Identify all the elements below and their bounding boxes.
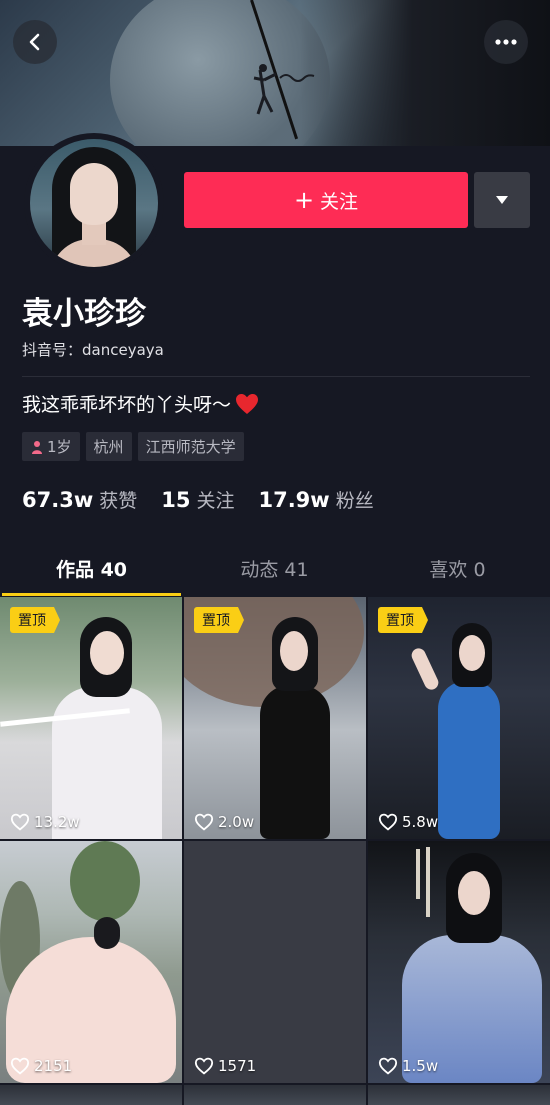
profile-screen: + 关注 袁小珍珍 抖音号：danceyaya 我这乖乖坏坏的丫头呀～ 1岁 杭 xyxy=(0,0,550,1105)
video-likes: 2.0w xyxy=(194,813,254,831)
heart-emoji-icon xyxy=(235,393,259,415)
video-thumbnail[interactable]: 1.5w xyxy=(368,841,550,1083)
chevron-left-icon xyxy=(29,33,40,51)
more-button[interactable] xyxy=(484,20,528,64)
video-thumbnail[interactable]: 置顶 2.0w xyxy=(184,597,366,839)
video-thumbnail[interactable]: 2151 xyxy=(0,841,182,1083)
video-likes: 5.8w xyxy=(378,813,438,831)
profile-tabs: 作品 40 动态 41 喜欢 0 xyxy=(0,540,550,596)
school-tag: 江西师范大学 xyxy=(137,432,244,461)
heart-outline-icon xyxy=(10,813,30,831)
heart-outline-icon xyxy=(194,1057,214,1075)
video-likes: 1571 xyxy=(194,1057,256,1075)
tab-activity[interactable]: 动态 41 xyxy=(183,540,366,596)
profile-tags: 1岁 杭州 江西师范大学 xyxy=(22,432,244,461)
profile-name: 袁小珍珍 xyxy=(22,296,146,332)
video-thumbnail[interactable]: 置顶 5.8w xyxy=(368,597,550,839)
heart-outline-icon xyxy=(378,813,398,831)
video-thumbnail[interactable] xyxy=(368,1085,550,1105)
profile-stats: 67.3w 获赞 15 关注 17.9w 粉丝 xyxy=(22,486,398,513)
video-thumbnail[interactable]: 置顶 13.2w xyxy=(0,597,182,839)
avatar[interactable] xyxy=(24,133,164,273)
tab-likes[interactable]: 喜欢 0 xyxy=(366,540,549,596)
cover-image xyxy=(0,0,550,146)
video-grid: 置顶 13.2w 置顶 2.0w 置顶 5.8w 2151 1571 1.5w xyxy=(0,597,550,1083)
pinned-badge: 置顶 xyxy=(194,607,244,633)
video-thumbnail[interactable] xyxy=(0,1085,182,1105)
female-icon xyxy=(30,440,44,454)
bio: 我这乖乖坏坏的丫头呀～ xyxy=(22,390,259,417)
video-likes: 1.5w xyxy=(378,1057,438,1075)
follow-button-label: 关注 xyxy=(320,190,359,213)
heart-outline-icon xyxy=(10,1057,30,1075)
douyin-id[interactable]: 抖音号：danceyaya xyxy=(22,339,164,360)
caret-down-icon xyxy=(496,196,508,204)
bio-text: 我这乖乖坏坏的丫头呀～ xyxy=(22,394,232,416)
back-button[interactable] xyxy=(13,20,57,64)
video-likes: 13.2w xyxy=(10,813,80,831)
divider xyxy=(22,376,530,377)
pinned-badge: 置顶 xyxy=(378,607,428,633)
heart-outline-icon xyxy=(194,813,214,831)
city-tag: 杭州 xyxy=(85,432,132,461)
video-thumbnail[interactable] xyxy=(184,1085,366,1105)
follow-button[interactable]: + 关注 xyxy=(184,172,468,228)
age-tag: 1岁 xyxy=(22,432,80,461)
plus-icon: + xyxy=(293,186,315,214)
recommend-dropdown-button[interactable] xyxy=(474,172,530,228)
video-likes: 2151 xyxy=(10,1057,72,1075)
heart-outline-icon xyxy=(378,1057,398,1075)
stat-likes: 67.3w 获赞 xyxy=(22,488,138,512)
video-thumbnail[interactable]: 1571 xyxy=(184,841,366,1083)
stat-followers[interactable]: 17.9w 粉丝 xyxy=(258,486,373,513)
more-dots-icon xyxy=(495,39,517,45)
tattoo-graphic xyxy=(253,64,315,115)
video-grid-next-row xyxy=(0,1085,550,1105)
pinned-badge: 置顶 xyxy=(10,607,60,633)
tab-works[interactable]: 作品 40 xyxy=(0,540,183,596)
stat-following[interactable]: 15 关注 xyxy=(161,486,234,513)
